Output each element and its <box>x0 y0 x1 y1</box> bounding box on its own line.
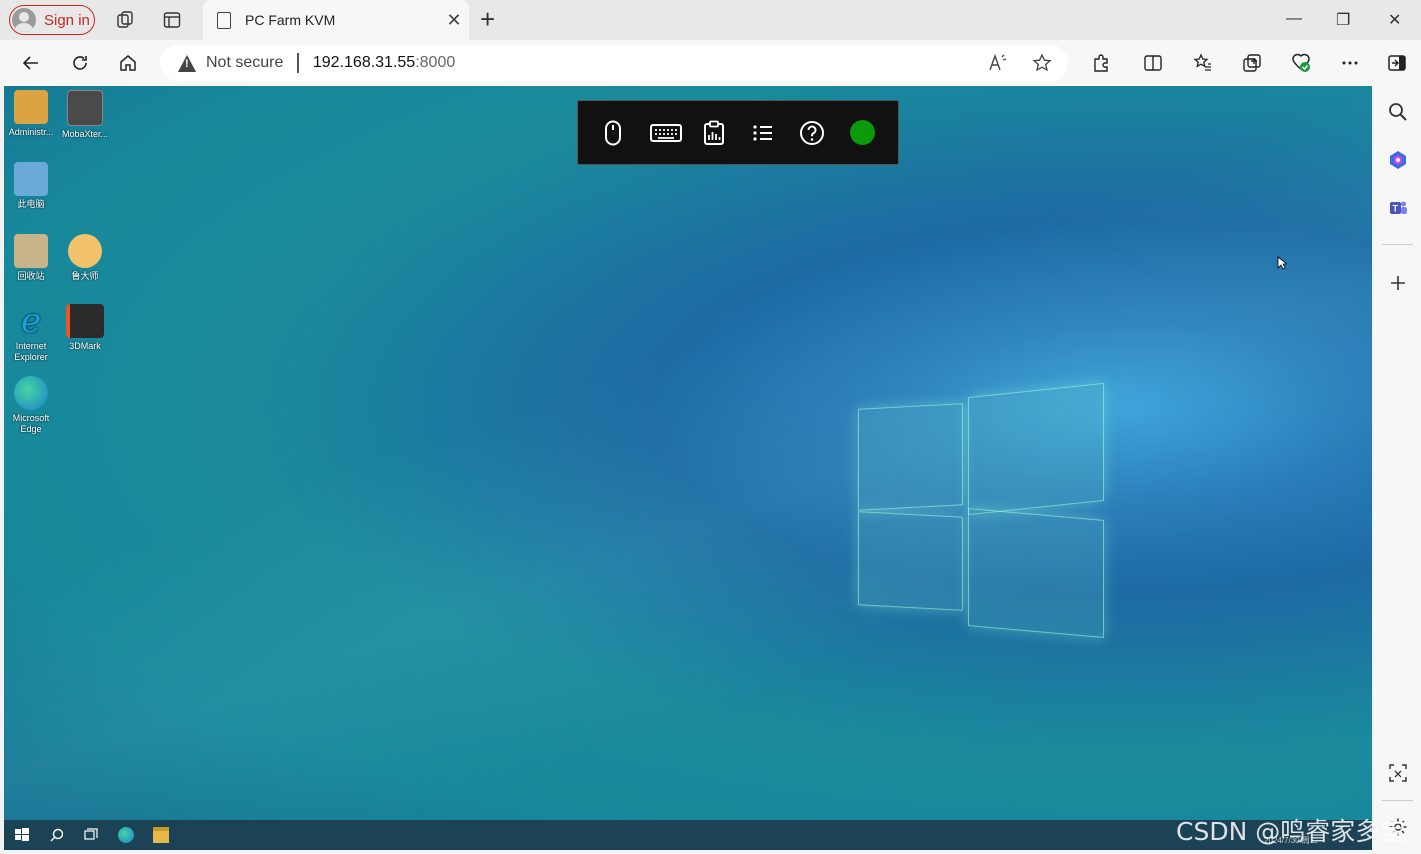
kvm-remote-desktop[interactable]: Administr... MobaXter... 此电脑 回收站 鲁大师 e I… <box>4 86 1372 850</box>
screenshot-icon[interactable] <box>1386 761 1410 785</box>
teams-icon[interactable]: T <box>1386 196 1410 220</box>
desktop-icon-recycle-bin[interactable]: 回收站 <box>4 234 58 282</box>
start-icon[interactable] <box>14 827 30 843</box>
close-window-button[interactable]: ✕ <box>1388 10 1401 30</box>
desktop-icon-mobaxterm[interactable]: MobaXter... <box>58 90 112 140</box>
desktop-icon-label: 回收站 <box>17 271 45 281</box>
favorites-icon[interactable] <box>1190 50 1216 76</box>
new-tab-button[interactable]: + <box>480 6 495 32</box>
restore-button[interactable]: ❐ <box>1336 10 1350 30</box>
3dmark-icon <box>66 304 104 338</box>
desktop-icon-label: MobaXter... <box>61 129 109 139</box>
edge-taskbar-icon[interactable] <box>118 827 134 843</box>
desktop-icon-label: 3DMark <box>69 341 101 351</box>
tab-pc-farm-kvm[interactable]: PC Farm KVM ✕ <box>203 0 469 40</box>
logo-pane <box>968 382 1104 516</box>
browser-titlebar: Sign in PC Farm KVM ✕ + — ❐ ✕ <box>0 0 1421 40</box>
recycle-bin-icon <box>14 234 48 268</box>
windows-logo <box>854 382 1104 638</box>
remote-taskbar: 2024/7/30/周二 <box>4 820 1372 850</box>
warning-icon <box>178 54 196 72</box>
ludashi-icon <box>68 234 102 268</box>
sidebar-search-icon[interactable] <box>1386 100 1410 124</box>
desktop-icon-ludashi[interactable]: 鲁大师 <box>58 234 112 282</box>
collections-add-icon[interactable] <box>1239 50 1265 76</box>
wallpaper-light-beam <box>4 86 1372 850</box>
kvm-toolbar <box>577 100 899 165</box>
tab-title: PC Farm KVM <box>245 12 336 28</box>
clipboard-icon[interactable] <box>702 113 726 153</box>
security-label[interactable]: Not secure <box>206 54 283 72</box>
avatar-icon <box>12 8 36 32</box>
divider <box>297 53 299 73</box>
back-icon[interactable] <box>18 50 44 76</box>
collections-icon[interactable] <box>113 8 137 32</box>
url-port: :8000 <box>415 54 456 71</box>
desktop-icon-label: 鲁大师 <box>71 271 99 281</box>
computer-icon <box>14 162 48 196</box>
tab-close-icon[interactable]: ✕ <box>439 10 469 31</box>
desktop-icon-label: 此电脑 <box>17 199 45 209</box>
address-bar[interactable]: Not secure 192.168.31.55:8000 <box>160 45 1068 81</box>
edge-sidebar: T <box>1374 86 1421 854</box>
browser-toolbar: Not secure 192.168.31.55:8000 <box>0 40 1421 86</box>
help-icon[interactable] <box>799 113 825 153</box>
desktop-icon-label: Administr... <box>8 127 54 137</box>
connection-status-indicator <box>849 113 875 153</box>
internet-explorer-icon: e <box>20 301 42 341</box>
add-sidebar-app-icon[interactable] <box>1386 271 1410 295</box>
svg-text:T: T <box>1393 204 1399 214</box>
read-aloud-icon[interactable] <box>988 53 1008 78</box>
mouse-icon[interactable] <box>600 113 626 153</box>
desktop-icon-3dmark[interactable]: 3DMark <box>58 304 112 352</box>
logo-pane <box>968 508 1104 638</box>
split-screen-icon[interactable] <box>1140 50 1166 76</box>
csdn-watermark: CSDN @鸣睿家多宝 <box>1176 817 1406 846</box>
mobaxterm-icon <box>67 90 103 126</box>
desktop-icon-label: Microsoft Edge <box>12 413 50 434</box>
list-icon[interactable] <box>751 113 775 153</box>
sign-in-label: Sign in <box>44 11 90 29</box>
vertical-tabs-icon[interactable] <box>160 8 184 32</box>
copilot-icon[interactable] <box>1386 148 1410 172</box>
home-icon[interactable] <box>115 50 141 76</box>
sidebar-divider <box>1382 244 1413 245</box>
extensions-icon[interactable] <box>1088 50 1114 76</box>
page-icon <box>217 11 231 29</box>
url-host: 192.168.31.55 <box>312 54 416 71</box>
logo-pane <box>858 403 963 511</box>
keyboard-icon[interactable] <box>650 113 682 153</box>
browser-essentials-icon[interactable] <box>1288 50 1314 76</box>
sidebar-toggle-icon[interactable] <box>1384 50 1410 76</box>
desktop-icon-label: Internet Explorer <box>14 341 48 362</box>
mouse-cursor-icon <box>1277 256 1287 270</box>
edge-icon <box>14 376 48 410</box>
favorite-star-icon[interactable] <box>1032 53 1052 78</box>
more-options-icon[interactable] <box>1337 50 1363 76</box>
search-icon[interactable] <box>49 827 65 843</box>
sidebar-divider <box>1382 800 1413 801</box>
user-folder-icon <box>14 90 48 124</box>
task-view-icon[interactable] <box>83 827 99 843</box>
file-explorer-icon[interactable] <box>153 827 169 843</box>
desktop-icon-microsoft-edge[interactable]: Microsoft Edge <box>4 376 58 435</box>
desktop-icon-internet-explorer[interactable]: e Internet Explorer <box>4 304 58 363</box>
refresh-icon[interactable] <box>67 50 93 76</box>
minimize-button[interactable]: — <box>1286 10 1302 28</box>
desktop-icon-administrator[interactable]: Administr... <box>4 90 58 138</box>
desktop-icon-this-pc[interactable]: 此电脑 <box>4 162 58 210</box>
sign-in-button[interactable]: Sign in <box>9 5 95 35</box>
logo-pane <box>858 511 963 611</box>
